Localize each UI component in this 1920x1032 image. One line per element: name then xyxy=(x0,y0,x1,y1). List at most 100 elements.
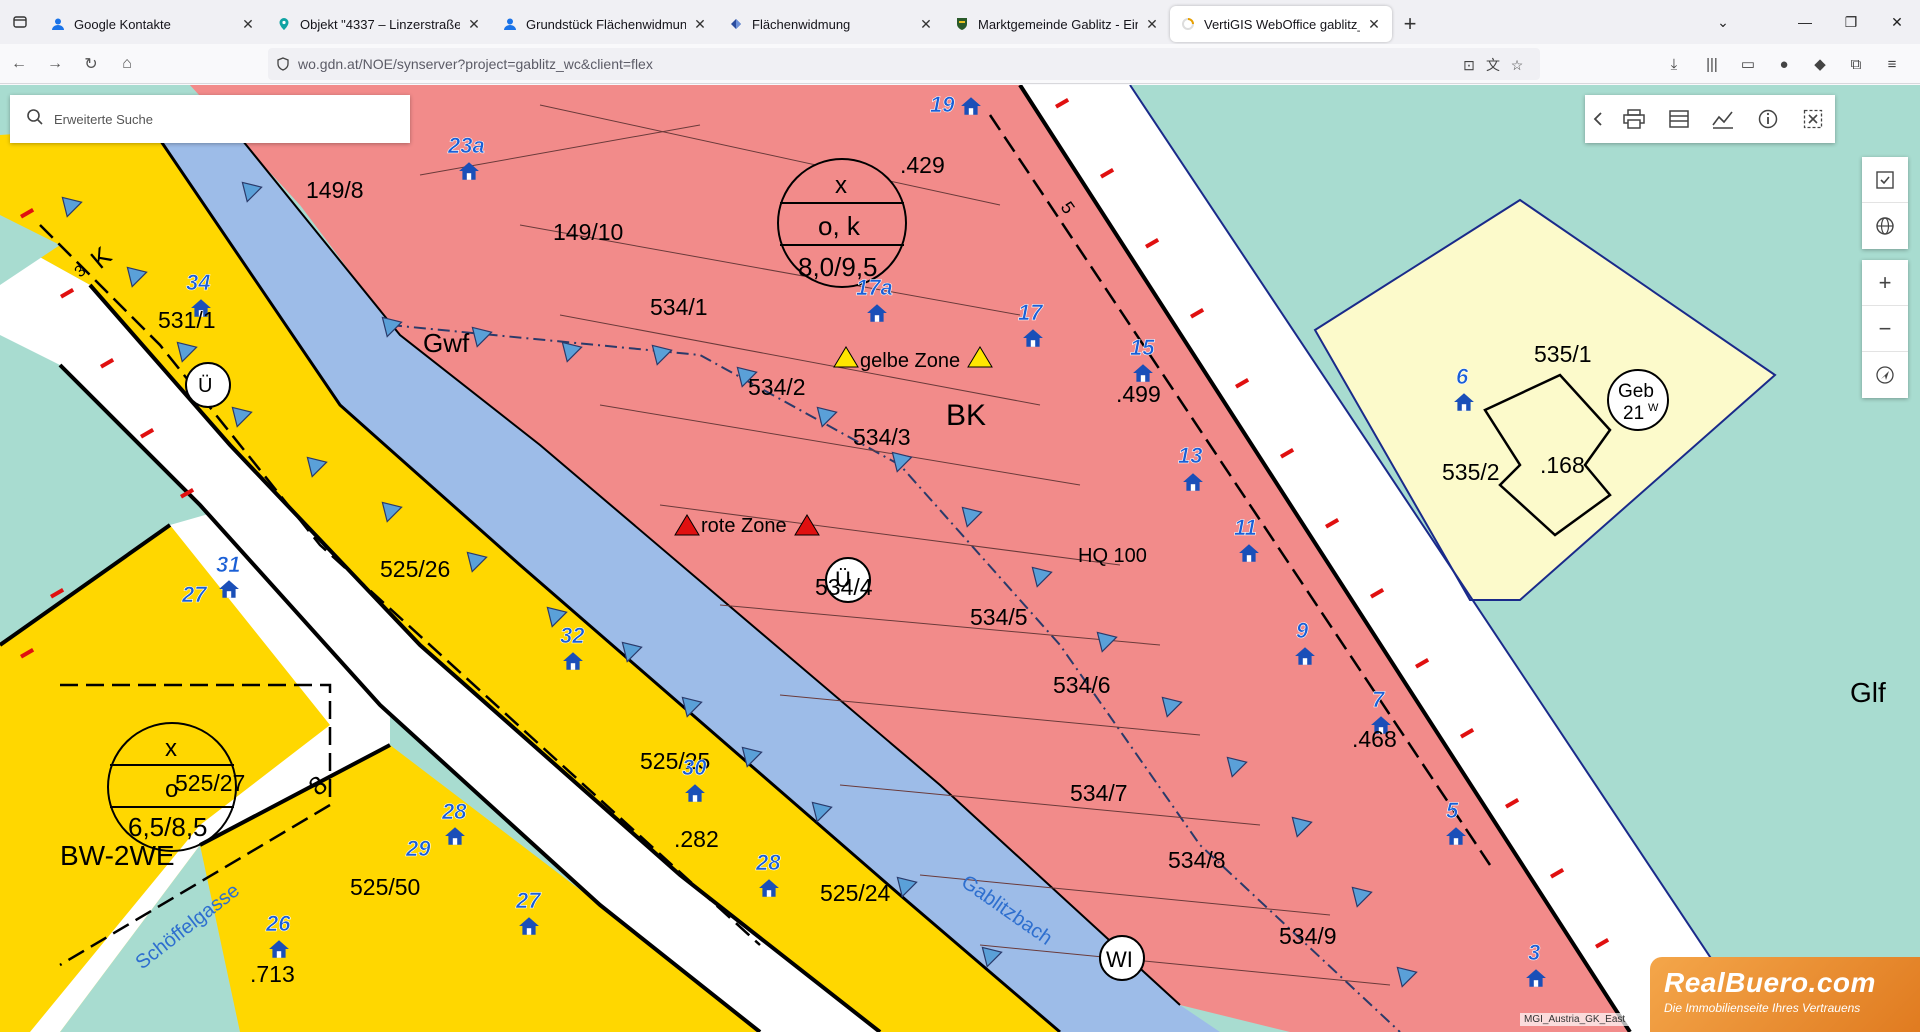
tab-title: Objekt "4337 – Linzerstraße 17, xyxy=(300,16,460,32)
tab-google-kontakte[interactable]: Google Kontakte ✕ xyxy=(40,6,266,42)
close-icon[interactable]: ✕ xyxy=(240,16,256,33)
close-icon[interactable]: ✕ xyxy=(692,16,708,33)
chevron-down-icon[interactable]: ⌄ xyxy=(1700,0,1746,44)
crest-icon xyxy=(954,16,970,32)
extensions-icon[interactable]: ⧉ xyxy=(1840,48,1872,80)
parcel-label: 534/6 xyxy=(1053,672,1111,698)
map-attribution: MGI_Austria_GK_East xyxy=(1520,1013,1630,1026)
menu-icon[interactable]: ≡ xyxy=(1876,48,1908,80)
print-icon[interactable] xyxy=(1612,95,1657,143)
stamp-right-top: x xyxy=(835,172,847,199)
house-number: 26 xyxy=(265,911,291,936)
advanced-search[interactable] xyxy=(10,95,410,143)
tab-title: VertiGIS WebOffice gablitz_wc xyxy=(1204,16,1360,32)
parcel-label: 534/7 xyxy=(1070,780,1128,806)
house-number: 29 xyxy=(405,836,431,861)
forward-icon[interactable]: → xyxy=(38,48,72,80)
close-icon[interactable]: ✕ xyxy=(918,16,934,33)
house-number: 30 xyxy=(682,755,707,780)
tab-marktgemeinde[interactable]: Marktgemeinde Gablitz - Ein gu ✕ xyxy=(944,6,1170,42)
sidebar-icon[interactable]: ▭ xyxy=(1732,48,1764,80)
tab-grundstueck[interactable]: Grundstück Flächenwidmungsp ✕ xyxy=(492,6,718,42)
back-icon[interactable]: ← xyxy=(2,48,36,80)
zone-label-glf: Glf xyxy=(1850,677,1886,708)
watermark-title: RealBuero.com xyxy=(1664,967,1876,998)
layers-icon[interactable] xyxy=(1656,95,1701,143)
house-number: 11 xyxy=(1234,515,1257,540)
tab-objekt[interactable]: Objekt "4337 – Linzerstraße 17, ✕ xyxy=(266,6,492,42)
collapse-chevron-icon[interactable] xyxy=(1585,95,1612,143)
locate-icon[interactable] xyxy=(1862,352,1908,398)
home-icon[interactable]: ⌂ xyxy=(110,48,144,80)
tab-flaechenwidmung[interactable]: Flächenwidmung ✕ xyxy=(718,6,944,42)
checklist-icon[interactable] xyxy=(1862,157,1908,203)
house-number: 19 xyxy=(930,92,955,117)
tab-bar: Google Kontakte ✕ Objekt "4337 – Linzers… xyxy=(0,0,1920,44)
search-input[interactable] xyxy=(54,111,394,127)
zoom-in-button[interactable]: + xyxy=(1862,260,1908,306)
install-icon[interactable]: ⊡ xyxy=(1458,54,1480,76)
url-text[interactable]: wo.gdn.at/NOE/synserver?project=gablitz_… xyxy=(298,56,653,72)
parcel-label: 531/1 xyxy=(158,307,216,333)
parcel-label: .168 xyxy=(1540,452,1585,478)
map-toolbar xyxy=(1585,95,1835,143)
account-icon[interactable]: ● xyxy=(1768,48,1800,80)
parcel-label: .713 xyxy=(250,961,295,987)
parcel-label: 535/2 xyxy=(1442,459,1500,485)
download-icon[interactable]: ⤓ xyxy=(1658,48,1690,80)
parcel-label: 534/3 xyxy=(853,424,911,450)
reload-icon[interactable]: ↻ xyxy=(74,48,108,80)
close-window-icon[interactable]: ✕ xyxy=(1874,0,1920,44)
zoom-controls: + − xyxy=(1862,260,1908,398)
house-number: 17 xyxy=(1018,300,1044,325)
extension-badge-icon[interactable]: ◆ xyxy=(1804,48,1836,80)
house-number: 31 xyxy=(216,552,240,577)
clear-selection-icon[interactable] xyxy=(1790,95,1835,143)
stamp-left-top: x xyxy=(165,735,177,762)
house-number: 7 xyxy=(1372,687,1386,712)
parcel-label: 534/8 xyxy=(1168,847,1226,873)
building-label-geb-number: 21 xyxy=(1623,403,1644,424)
parcel-label: 534/4 xyxy=(815,574,873,600)
house-number: 5 xyxy=(1446,798,1459,823)
watermark-logo: RealBuero.com Die Immobilienseite Ihres … xyxy=(1650,957,1920,1032)
tab-title: Google Kontakte xyxy=(74,16,171,32)
url-bar[interactable]: wo.gdn.at/NOE/synserver?project=gablitz_… xyxy=(268,48,1540,80)
parcel-label: 525/26 xyxy=(380,556,450,582)
close-icon[interactable]: ✕ xyxy=(1144,16,1160,33)
new-tab-button[interactable]: + xyxy=(1392,6,1428,42)
house-number: 32 xyxy=(560,623,585,648)
bookmark-star-icon[interactable]: ☆ xyxy=(1506,54,1528,76)
info-icon[interactable] xyxy=(1746,95,1791,143)
house-number: 28 xyxy=(441,799,467,824)
zone-label-bk: BK xyxy=(946,399,986,432)
tab-vertigis[interactable]: VertiGIS WebOffice gablitz_wc ✕ xyxy=(1170,6,1392,42)
house-number: 27 xyxy=(515,888,542,913)
tab-list-icon[interactable] xyxy=(0,0,40,44)
map-pin-icon xyxy=(276,16,292,32)
library-icon[interactable]: ||| xyxy=(1696,48,1728,80)
building-label-geb: Geb xyxy=(1618,381,1654,402)
loading-icon xyxy=(1180,16,1196,32)
translate-icon[interactable]: 文 xyxy=(1482,54,1504,76)
measure-icon[interactable] xyxy=(1701,95,1746,143)
zoning-map[interactable]: Gwf BK Glf BW-2WE gelbe Zone rote Zone H… xyxy=(0,85,1920,1032)
house-number: 17a xyxy=(856,275,893,300)
house-number: 13 xyxy=(1178,443,1202,468)
zone-label-u-left: Ü xyxy=(198,375,212,397)
parcel-label: 535/1 xyxy=(1534,341,1592,367)
parcel-label: .468 xyxy=(1352,726,1397,752)
zone-label-wi: WI xyxy=(1106,947,1133,972)
close-icon[interactable]: ✕ xyxy=(466,16,482,33)
minimize-icon[interactable]: — xyxy=(1782,0,1828,44)
zoom-out-button[interactable]: − xyxy=(1862,306,1908,352)
stamp-left-bot: 6,5/8,5 xyxy=(128,812,208,842)
parcel-label: 534/1 xyxy=(650,294,708,320)
close-icon[interactable]: ✕ xyxy=(1366,16,1382,33)
restore-icon[interactable]: ❐ xyxy=(1828,0,1874,44)
map-view[interactable]: Gwf BK Glf BW-2WE gelbe Zone rote Zone H… xyxy=(0,85,1920,1032)
globe-icon[interactable] xyxy=(1862,203,1908,249)
house-number: 9 xyxy=(1296,618,1309,643)
shield-icon[interactable] xyxy=(268,57,298,71)
zone-label-gwf: Gwf xyxy=(423,328,470,358)
